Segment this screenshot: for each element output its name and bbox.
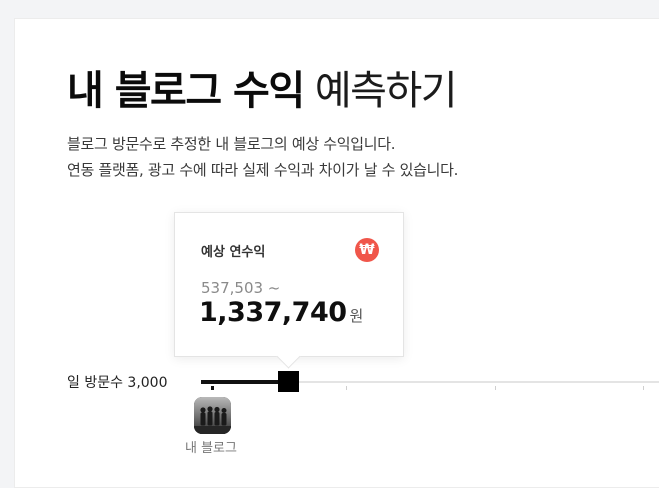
revenue-max-row: 1,337,740 원	[199, 297, 363, 328]
blog-avatar	[194, 397, 231, 434]
description-line-1: 블로그 방문수로 추정한 내 블로그의 예상 수익입니다.	[67, 135, 396, 153]
my-blog-caption: 내 블로그	[185, 441, 237, 456]
daily-visits-label: 일 방문수 3,000	[67, 375, 168, 391]
page-description: 블로그 방문수로 추정한 내 블로그의 예상 수익입니다. 연동 플랫폼, 광고…	[67, 131, 458, 183]
won-icon: ₩	[355, 238, 379, 262]
page-title-light: 예측하기	[314, 68, 458, 114]
description-line-2: 연동 플랫폼, 광고 수에 따라 실제 수익과 차이가 날 수 있습니다.	[67, 161, 459, 179]
slider-tick	[346, 386, 347, 390]
my-blog-marker	[211, 386, 214, 390]
annual-revenue-label: 예상 연수익	[201, 245, 266, 260]
page-title: 내 블로그 수익 예측하기	[67, 63, 458, 119]
blog-avatar-image	[194, 397, 231, 434]
page-title-strong: 내 블로그 수익	[67, 68, 305, 114]
content-card: 내 블로그 수익 예측하기 블로그 방문수로 추정한 내 블로그의 예상 수익입…	[14, 18, 659, 488]
currency-unit: 원	[349, 307, 364, 325]
visits-slider-fill	[201, 380, 289, 384]
revenue-max: 1,337,740	[199, 297, 347, 328]
slider-tick	[643, 386, 644, 390]
visits-slider-thumb[interactable]	[278, 371, 299, 392]
revenue-min: 537,503 ~	[201, 279, 281, 297]
slider-tick	[495, 386, 496, 390]
revenue-tooltip: 예상 연수익 ₩ 537,503 ~ 1,337,740 원	[174, 212, 404, 357]
